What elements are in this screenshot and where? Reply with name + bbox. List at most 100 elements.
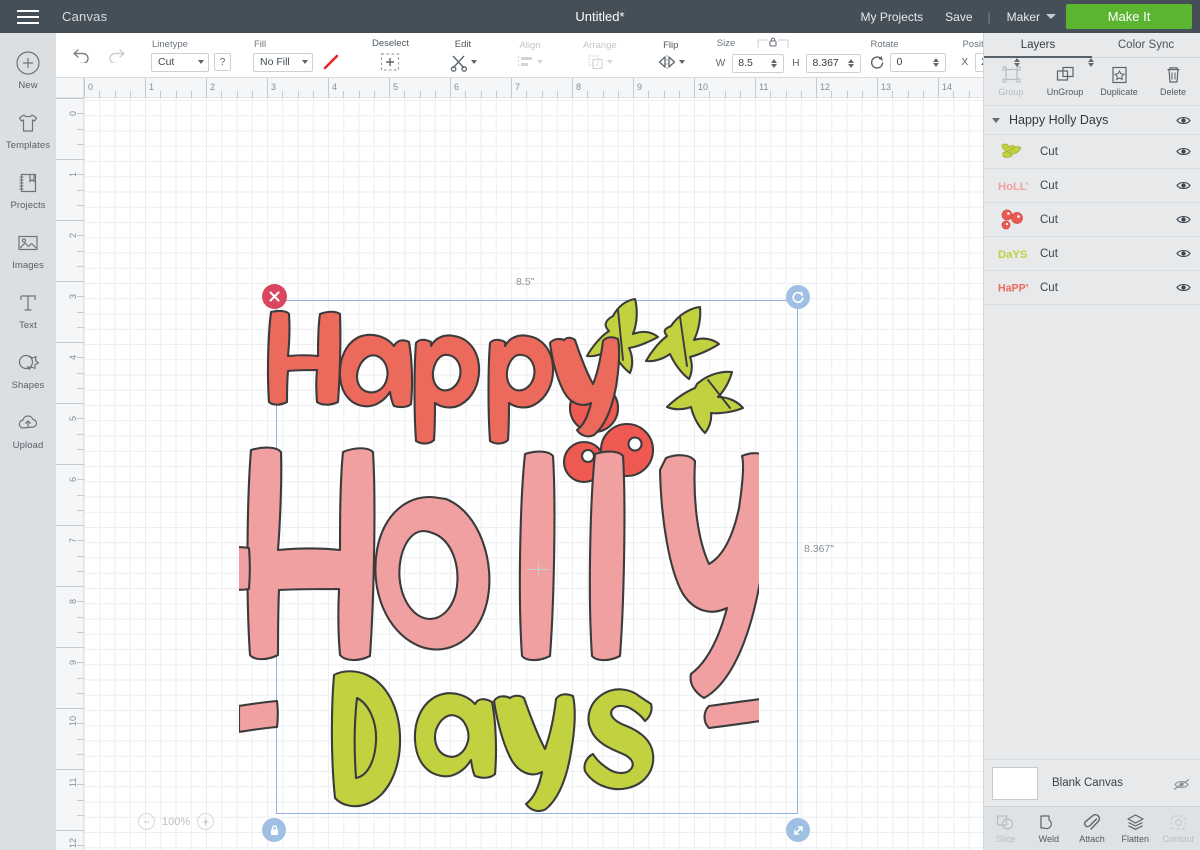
lock-handle[interactable] <box>262 818 286 842</box>
ruler-label: 0 <box>88 82 94 92</box>
canvas-color-swatch[interactable] <box>992 766 1038 800</box>
save-button[interactable]: Save <box>934 10 983 24</box>
y-stepper[interactable] <box>1087 57 1094 67</box>
eye-icon[interactable] <box>1176 214 1191 225</box>
eye-hidden-icon[interactable] <box>1173 778 1190 790</box>
sidebar-label-new: New <box>18 80 38 91</box>
width-stepper[interactable] <box>771 58 778 68</box>
flatten-label: Flatten <box>1121 833 1149 844</box>
duplicate-button[interactable]: Duplicate <box>1092 66 1146 97</box>
design-canvas[interactable]: 8.5" 8.367" 0 1 2 3 4 5 6 7 8 9 10 11 12 13 14 0123456… <box>56 78 983 850</box>
ruler-tick-minor <box>953 91 955 98</box>
ruler-tick-major <box>145 78 146 98</box>
contour-button[interactable]: Contour <box>1157 814 1200 844</box>
table-row[interactable]: Cut <box>984 135 1200 169</box>
delete-button[interactable]: Delete <box>1146 66 1200 97</box>
ruler-tick-minor <box>77 555 84 557</box>
sidebar-item-projects[interactable]: Projects <box>0 169 56 211</box>
plus-circle-icon[interactable]: + <box>197 813 215 830</box>
days-word-thumb: DaYS <box>998 243 1028 265</box>
ruler-tick-minor <box>648 91 650 98</box>
no-fill-slash-icon[interactable] <box>321 53 341 72</box>
eye-icon[interactable] <box>1176 115 1191 126</box>
sidebar-item-text[interactable]: Text <box>0 289 56 331</box>
ruler-tick-minor <box>77 296 84 298</box>
minus-circle-icon[interactable]: − <box>138 813 155 830</box>
align-button[interactable]: Align <box>508 40 552 70</box>
deselect-button[interactable]: Deselect <box>363 38 418 72</box>
sidebar-item-templates[interactable]: Templates <box>0 109 56 151</box>
triangle-down-icon[interactable] <box>992 117 1000 123</box>
ruler-tick-minor <box>77 601 84 603</box>
ruler-label: 10 <box>68 715 78 726</box>
machine-selector[interactable]: Maker <box>995 10 1066 24</box>
table-row[interactable]: DaYS Cut <box>984 237 1200 271</box>
edit-button[interactable]: Edit <box>440 39 486 72</box>
sidebar-item-shapes[interactable]: Shapes <box>0 349 56 391</box>
eye-icon[interactable] <box>1176 180 1191 191</box>
table-row[interactable]: Cut <box>984 203 1200 237</box>
blank-canvas-row[interactable]: Blank Canvas <box>984 759 1200 806</box>
sidebar-item-upload[interactable]: Upload <box>0 409 56 451</box>
redo-arrow-icon[interactable] <box>106 47 126 63</box>
rotate-handle[interactable] <box>786 285 810 309</box>
weld-button[interactable]: Weld <box>1027 814 1070 844</box>
ruler-tick-major <box>56 708 84 709</box>
ruler-tick-minor <box>77 311 84 313</box>
weld-icon <box>1039 814 1058 831</box>
height-stepper[interactable] <box>848 58 855 68</box>
edit-group: Edit <box>429 33 497 77</box>
my-projects-link[interactable]: My Projects <box>849 10 934 24</box>
flatten-button[interactable]: Flatten <box>1114 813 1157 844</box>
ruler-tick-minor <box>77 799 84 801</box>
duplicate-icon <box>1110 66 1129 84</box>
ruler-tick-minor <box>434 91 436 98</box>
fill-select[interactable]: No Fill <box>253 52 313 72</box>
ruler-tick-major <box>56 342 84 343</box>
cricut-design-space-app: Canvas Untitled* My Projects Save | Make… <box>0 0 1200 850</box>
ruler-tick-major <box>633 78 634 98</box>
eye-icon[interactable] <box>1176 248 1191 259</box>
linetype-select[interactable]: Cut <box>151 52 209 72</box>
ungroup-icon <box>1056 66 1075 84</box>
ungroup-button[interactable]: UnGroup <box>1038 66 1092 97</box>
ruler-label: 9 <box>637 82 643 92</box>
hamburger-menu-icon[interactable] <box>0 0 56 33</box>
attach-button[interactable]: Attach <box>1070 813 1113 844</box>
vertical-ruler: 0 1 2 3 4 5 6 7 8 9 10 11 12 <box>56 78 84 850</box>
flip-button[interactable]: Flip <box>648 40 694 70</box>
table-row[interactable]: HaPPY Cut <box>984 271 1200 305</box>
sidebar-item-images[interactable]: Images <box>0 229 56 271</box>
ruler-tick-major <box>84 78 85 98</box>
sidebar-item-new[interactable]: New <box>0 49 56 91</box>
ruler-tick-major <box>511 78 512 98</box>
ruler-tick-minor <box>907 91 909 98</box>
undo-arrow-icon[interactable] <box>72 47 92 63</box>
tab-color-sync[interactable]: Color Sync <box>1092 33 1200 58</box>
eye-icon[interactable] <box>1176 146 1191 157</box>
table-row[interactable]: HoLLY Cut <box>984 169 1200 203</box>
zoom-level-label: 100% <box>162 815 191 828</box>
slice-button[interactable]: Slice <box>984 814 1027 844</box>
eye-icon[interactable] <box>1176 282 1191 293</box>
sidebar-label-upload: Upload <box>12 440 44 451</box>
linetype-help-button[interactable]: ? <box>214 53 231 71</box>
resize-handle[interactable] <box>786 818 810 842</box>
flatten-icon <box>1126 813 1145 831</box>
arrange-button[interactable]: Arrange <box>574 40 626 70</box>
group-button[interactable]: Group <box>984 66 1038 97</box>
ruler-tick-minor <box>77 540 84 542</box>
x-stepper[interactable] <box>1014 57 1021 67</box>
ruler-tick-major <box>206 78 207 98</box>
selection-bounding-box[interactable] <box>276 300 798 814</box>
sidebar-label-text: Text <box>19 320 37 331</box>
ruler-tick-major <box>938 78 939 98</box>
layer-group-header[interactable]: Happy Holly Days <box>984 106 1200 135</box>
tab-layers[interactable]: Layers <box>984 33 1092 58</box>
lock-aspect-icon[interactable] <box>756 36 790 49</box>
rotate-stepper[interactable] <box>933 57 940 67</box>
delete-handle[interactable] <box>262 284 287 309</box>
make-it-button[interactable]: Make It <box>1066 4 1192 29</box>
flip-group: Flip <box>637 33 705 77</box>
ruler-label: 10 <box>698 82 709 92</box>
